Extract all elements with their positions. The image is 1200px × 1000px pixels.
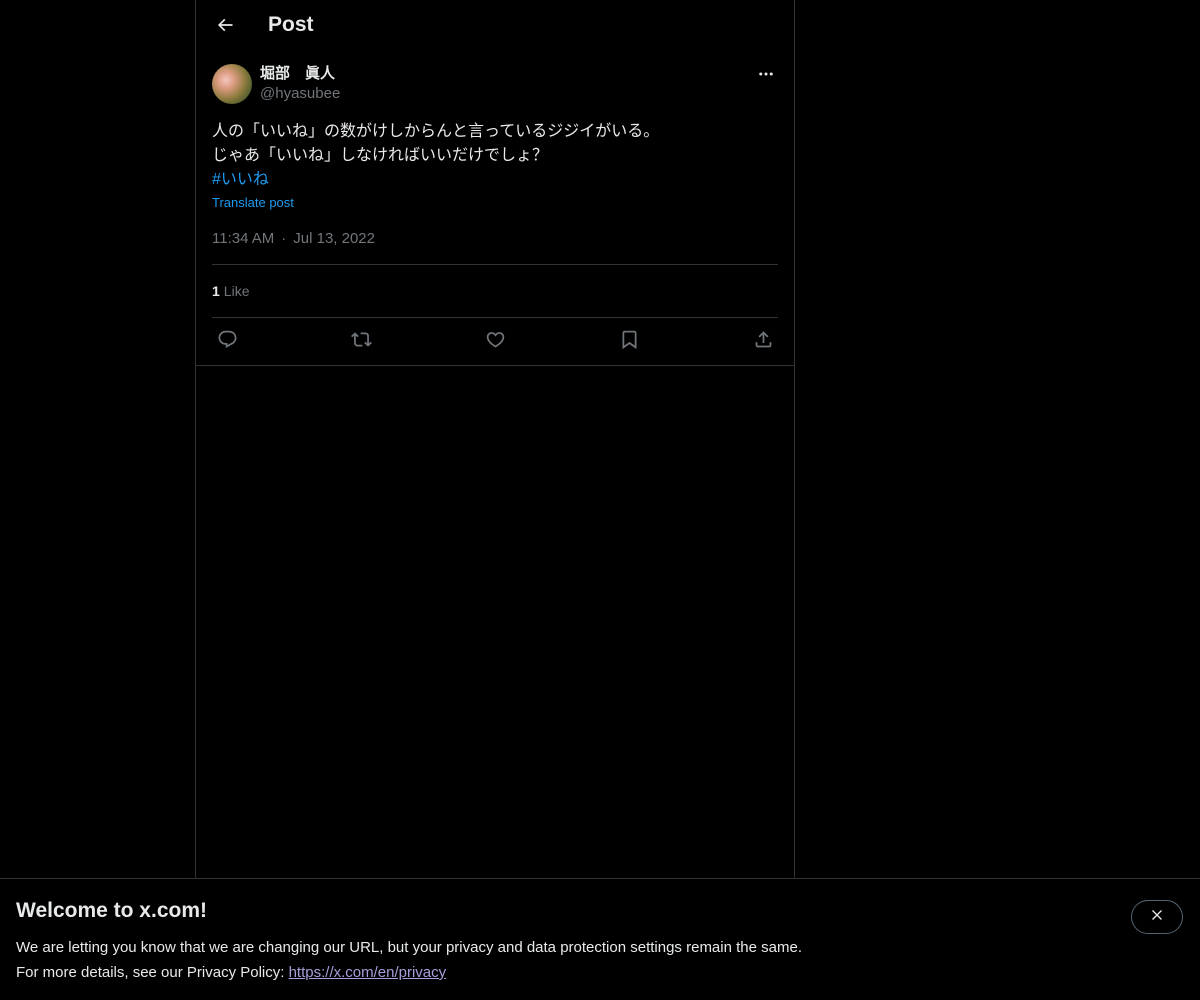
author-row: 堀部 眞人 @hyasubee [212, 64, 778, 106]
likes-stat[interactable]: 1 Like [212, 265, 778, 317]
author-names: 堀部 眞人 @hyasubee [260, 64, 340, 104]
post-date: Jul 13, 2022 [293, 229, 375, 247]
repost-icon [350, 329, 372, 355]
back-button[interactable] [208, 10, 242, 44]
bookmark-icon [619, 329, 640, 355]
divider [196, 365, 794, 366]
welcome-banner: Welcome to x.com! We are letting you kno… [0, 878, 1200, 1000]
close-icon [1149, 907, 1165, 928]
likes-label: Like [223, 283, 250, 299]
post-time: 11:34 AM [212, 229, 275, 247]
post-text-line: じゃあ「いいね」しなければいいだけでしょ？ [212, 147, 549, 164]
hashtag-link[interactable]: #いいね [212, 168, 778, 192]
page-title: Post [268, 13, 314, 36]
post-timestamp[interactable]: 11:34 AM · Jul 13, 2022 [212, 228, 778, 248]
more-horizontal-icon [757, 65, 775, 88]
banner-line-2: For more details, see our Privacy Policy… [16, 964, 289, 981]
page-header: Post [196, 0, 794, 54]
bookmark-button[interactable] [618, 329, 640, 355]
like-button[interactable] [484, 331, 506, 353]
author-handle[interactable]: @hyasubee [260, 84, 340, 104]
close-banner-button[interactable] [1131, 900, 1183, 934]
arrow-left-icon [215, 15, 235, 40]
repost-button[interactable] [350, 331, 372, 353]
like-icon [485, 329, 506, 355]
banner-message: We are letting you know that we are chan… [16, 935, 802, 985]
banner-title: Welcome to x.com! [16, 899, 207, 922]
post-article: 堀部 眞人 @hyasubee 人の「いいね」の数がけしからんと言っているジジイ… [212, 64, 778, 365]
privacy-policy-link[interactable]: https://x.com/en/privacy [289, 964, 447, 981]
timestamp-separator: · [281, 229, 287, 247]
banner-line-1: We are letting you know that we are chan… [16, 939, 802, 956]
share-icon [753, 329, 774, 355]
post-text-line: 人の「いいね」の数がけしからんと言っているジジイがいる。 [212, 123, 660, 140]
author-display-name[interactable]: 堀部 眞人 [260, 64, 340, 84]
reply-button[interactable] [216, 329, 238, 355]
share-button[interactable] [752, 329, 774, 355]
translate-post-button[interactable]: Translate post [212, 193, 778, 213]
more-options-button[interactable] [754, 64, 778, 88]
reply-icon [217, 329, 238, 355]
likes-count: 1 [212, 283, 220, 299]
avatar[interactable] [212, 64, 252, 104]
primary-column: Post 堀部 眞人 @hyasubee 人の「いいね」の数がけしからんと言って… [195, 0, 795, 878]
post-actions [212, 318, 778, 365]
post-text: 人の「いいね」の数がけしからんと言っているジジイがいる。 じゃあ「いいね」しなけ… [212, 120, 778, 192]
